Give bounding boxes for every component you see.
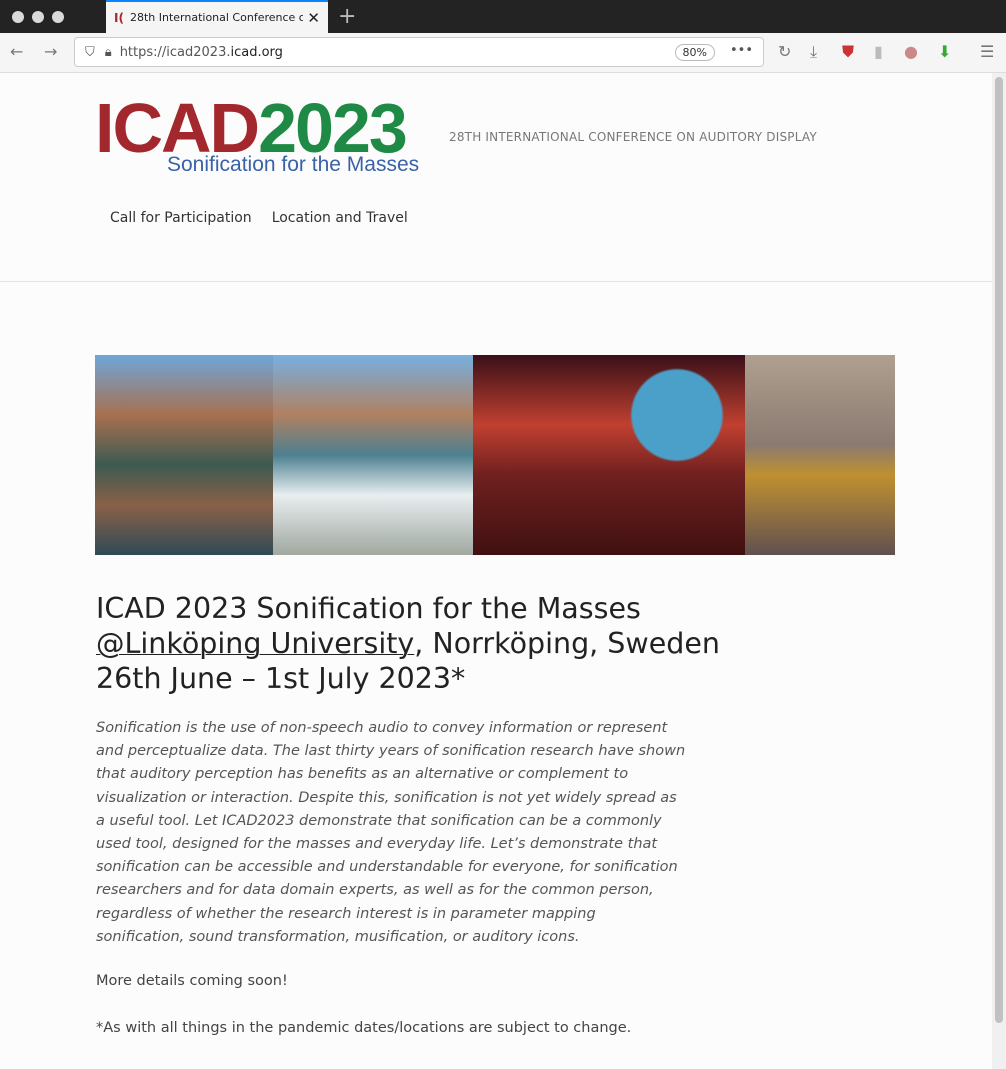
new-tab-icon[interactable]: + bbox=[338, 4, 356, 29]
menu-location-and-travel[interactable]: Location and Travel bbox=[272, 210, 408, 226]
main-menu: Call for Participation Location and Trav… bbox=[110, 210, 408, 226]
address-bar[interactable]: ⛉ 🔒︎ https://icad2023.icad.org 80% ••• bbox=[74, 37, 764, 67]
page: ICAD2023 Sonification for the Masses 28T… bbox=[0, 73, 992, 1069]
divider bbox=[0, 281, 992, 282]
window-controls[interactable] bbox=[12, 11, 64, 23]
extension-balls-icon[interactable]: ● bbox=[904, 42, 918, 61]
title-bar: I( 28th International Conference on Audi… bbox=[0, 0, 1006, 33]
back-icon[interactable]: ← bbox=[10, 42, 23, 61]
icad-favicon-icon: I( bbox=[114, 10, 124, 25]
site-tagline: 28TH INTERNATIONAL CONFERENCE ON AUDITOR… bbox=[449, 130, 817, 144]
menu-icon[interactable]: ☰ bbox=[980, 42, 994, 61]
close-tab-icon[interactable]: ✕ bbox=[307, 9, 320, 27]
extension-icon[interactable]: ▮ bbox=[874, 42, 883, 61]
reload-icon[interactable]: ↻ bbox=[778, 42, 791, 61]
browser-tab[interactable]: I( 28th International Conference on Audi… bbox=[106, 0, 328, 33]
ublock-icon[interactable]: ⛊ bbox=[842, 42, 854, 62]
menu-call-for-participation[interactable]: Call for Participation bbox=[110, 210, 252, 226]
forward-icon[interactable]: → bbox=[44, 42, 57, 61]
title-line-1: ICAD 2023 Sonification for the Masses bbox=[96, 592, 641, 625]
nav-bar: ← → ⛉ 🔒︎ https://icad2023.icad.org 80% •… bbox=[0, 33, 1006, 73]
zoom-level[interactable]: 80% bbox=[674, 44, 715, 61]
extension-arrow-icon[interactable]: ⬇ bbox=[938, 42, 951, 61]
lock-icon: 🔒︎ bbox=[104, 44, 112, 60]
logo-subtitle: Sonification for the Masses bbox=[167, 153, 420, 176]
shield-icon[interactable]: ⛉ bbox=[85, 45, 95, 60]
more-details-text: More details coming soon! bbox=[96, 973, 288, 989]
scrollbar[interactable] bbox=[992, 73, 1006, 1069]
linkoping-university-link[interactable]: @Linköping University bbox=[96, 627, 414, 660]
intro-paragraph: Sonification is the use of non-speech au… bbox=[96, 720, 686, 945]
pandemic-note: *As with all things in the pandemic date… bbox=[96, 1020, 632, 1036]
more-icon[interactable]: ••• bbox=[730, 43, 753, 58]
title-location: , Norrköping, Sweden bbox=[414, 627, 720, 660]
header-photo-collage bbox=[95, 355, 895, 555]
title-dates: 26th June – 1st July 2023* bbox=[96, 662, 466, 695]
site-logo[interactable]: ICAD2023 Sonification for the Masses bbox=[95, 93, 435, 183]
url-prefix: https://icad2023. bbox=[119, 44, 231, 60]
download-icon[interactable]: ⤓ bbox=[810, 42, 817, 62]
page-title: ICAD 2023 Sonification for the Masses @L… bbox=[96, 591, 816, 696]
tab-title: 28th International Conference on Auditor… bbox=[129, 11, 304, 24]
url-domain: icad.org bbox=[230, 44, 283, 60]
